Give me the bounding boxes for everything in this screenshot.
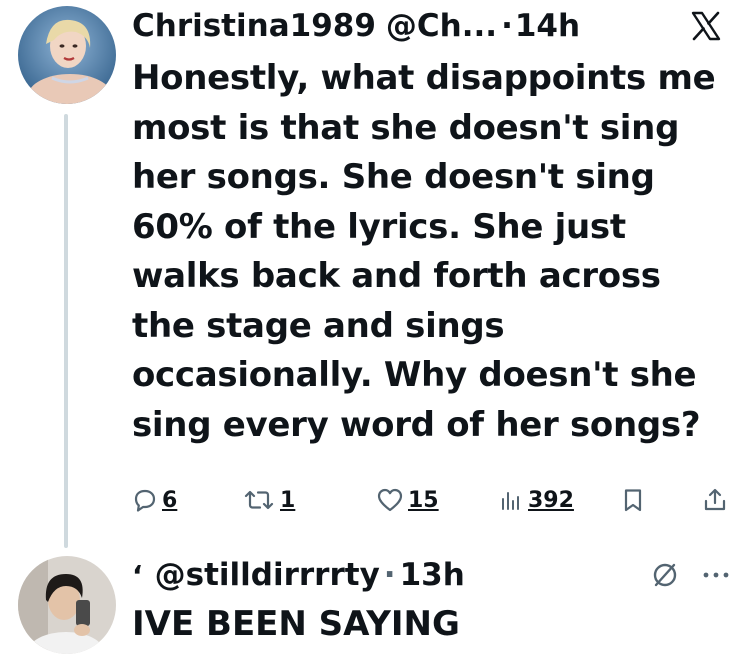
thread-connector-line xyxy=(64,114,68,548)
author-avatar[interactable] xyxy=(18,6,116,104)
reply-author-handle[interactable]: @stilldirrrrty xyxy=(155,557,380,593)
reply-header: ‘ @stilldirrrrty · 13h xyxy=(132,550,465,600)
reply-avatar-image xyxy=(18,556,116,654)
reply-timestamp[interactable]: 13h xyxy=(400,557,465,593)
share-button[interactable] xyxy=(702,480,728,520)
views-count: 392 xyxy=(528,487,574,513)
retweet-button[interactable]: 1 xyxy=(242,480,295,520)
author-display-name[interactable]: Christina1989 xyxy=(132,8,376,44)
tweet-timestamp[interactable]: 14h xyxy=(515,8,580,44)
author-avatar-image xyxy=(18,6,116,104)
header-separator: · xyxy=(501,8,513,44)
reply-author-avatar[interactable] xyxy=(18,556,116,654)
tweet-action-bar: 6 1 15 392 xyxy=(132,480,732,520)
like-button[interactable]: 15 xyxy=(376,480,439,520)
reply-count: 6 xyxy=(162,487,178,513)
author-handle[interactable]: @Ch... xyxy=(386,8,497,44)
bookmark-button[interactable] xyxy=(620,480,646,520)
reply-body-text: IVE BEEN SAYING xyxy=(132,604,460,644)
share-icon xyxy=(704,488,726,511)
retweet-count: 1 xyxy=(280,487,296,513)
retweet-icon xyxy=(244,490,274,510)
reply-mark: ‘ xyxy=(132,558,143,592)
x-logo-icon xyxy=(691,11,721,41)
like-count: 15 xyxy=(408,487,439,513)
more-icon[interactable] xyxy=(698,560,734,590)
reply-icon xyxy=(134,489,156,512)
like-icon xyxy=(377,488,403,512)
bookmark-icon xyxy=(624,489,642,512)
views-icon xyxy=(502,492,519,510)
reply-separator: · xyxy=(383,557,396,593)
views-button[interactable]: 392 xyxy=(498,480,574,520)
tweet-header: Christina1989 @Ch... · 14h xyxy=(132,2,580,50)
tweet-body-text: Honestly, what disappoints me most is th… xyxy=(132,58,716,445)
no-entry-icon[interactable] xyxy=(650,560,680,590)
reply-button[interactable]: 6 xyxy=(132,480,177,520)
